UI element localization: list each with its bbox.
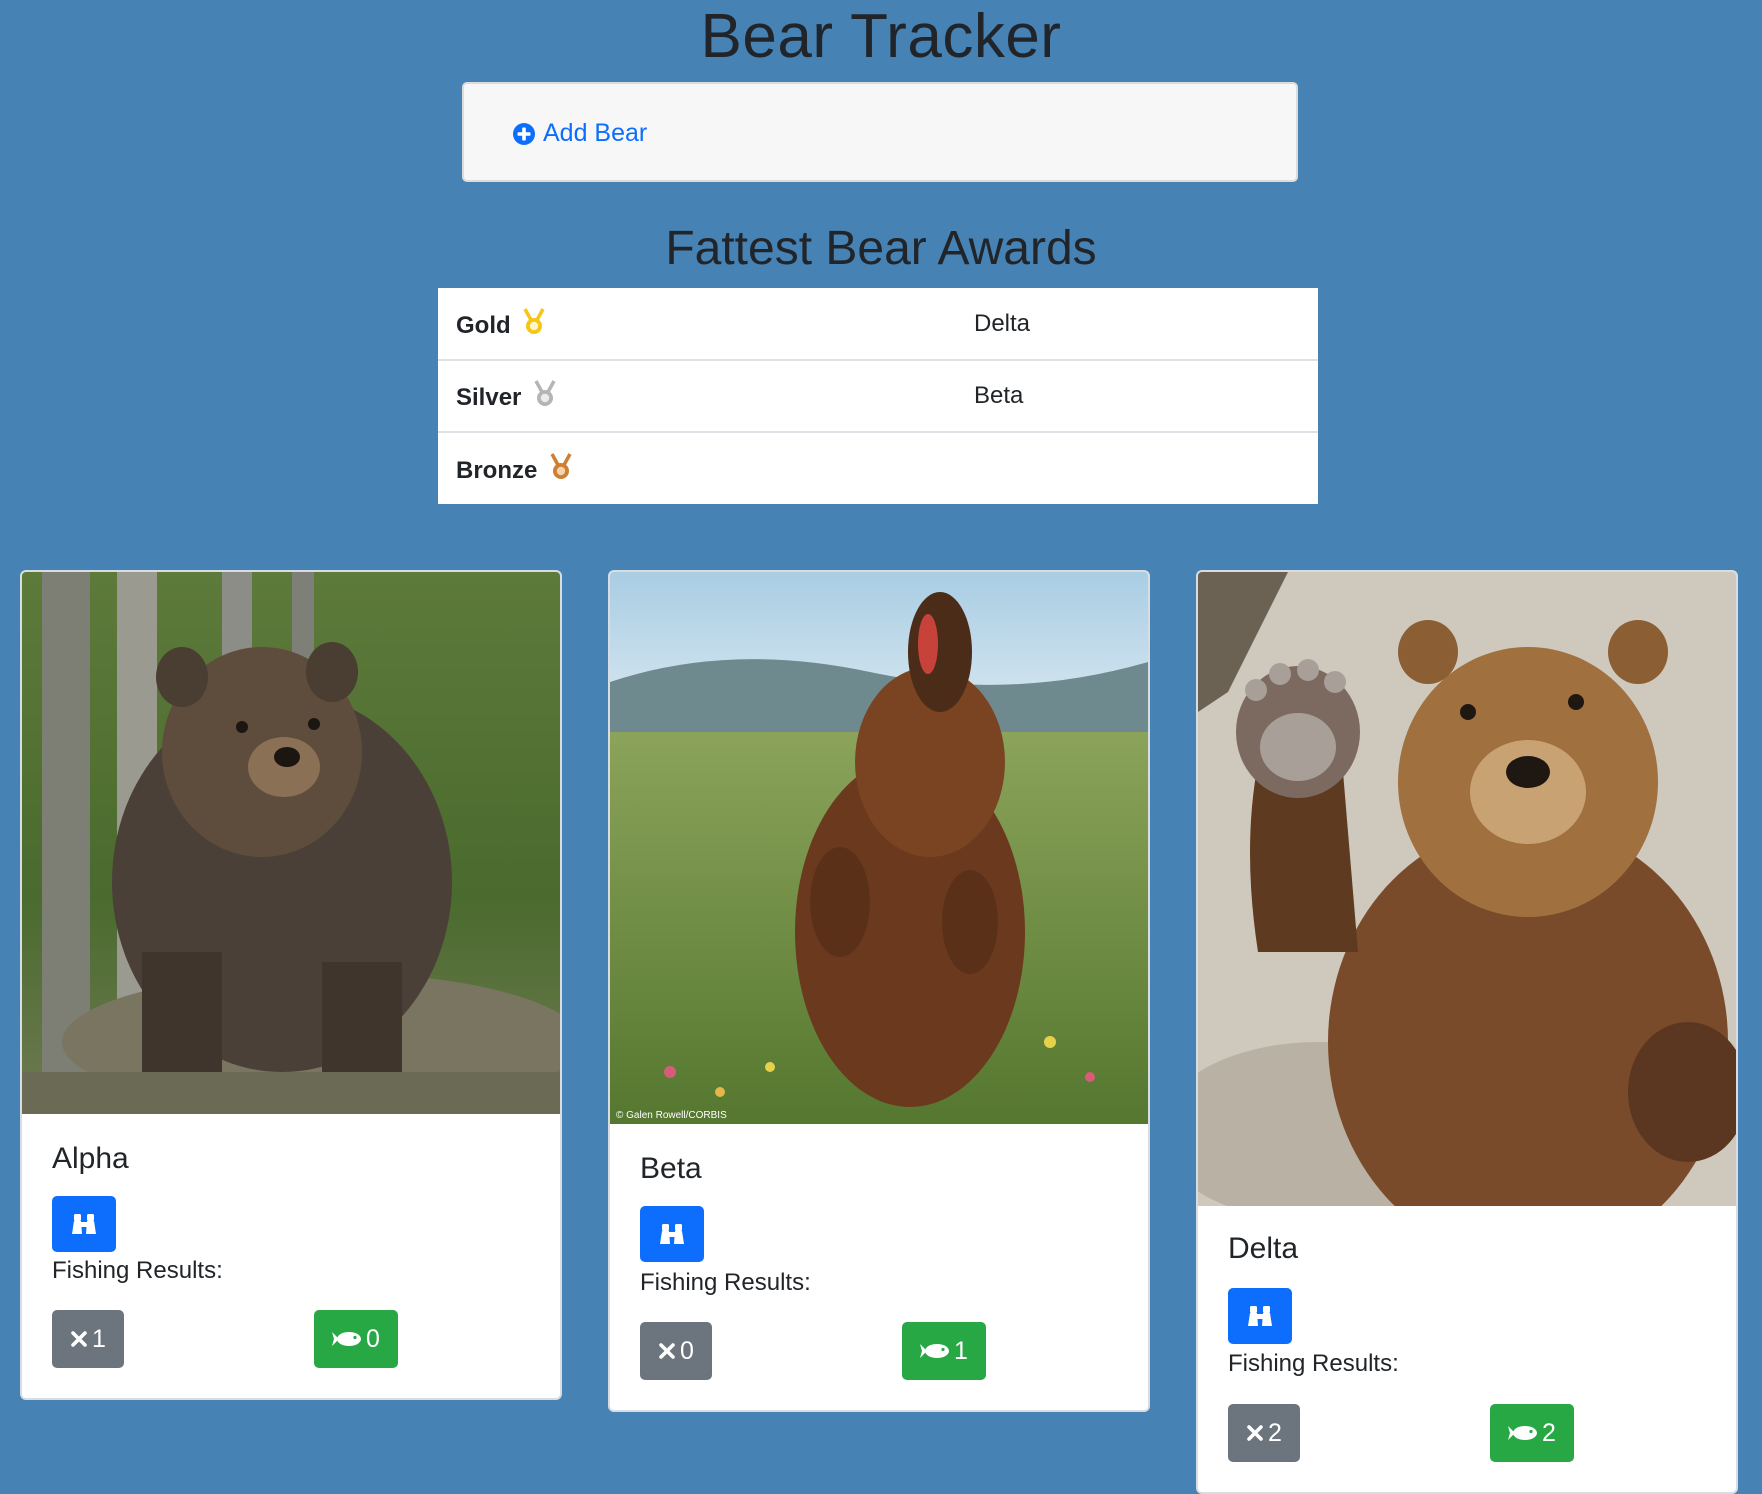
plus-circle-icon [513,122,535,145]
fish-icon [920,1344,949,1358]
catch-button[interactable]: 0 [314,1310,398,1368]
bear-photo [22,572,560,1114]
award-row-bronze: Bronze [438,432,1318,504]
bear-name: Beta [640,1152,702,1185]
bronze-medal-icon [550,452,572,479]
catch-count: 0 [366,1324,380,1353]
fish-icon [1508,1426,1537,1440]
award-winner: Delta [958,288,1318,361]
award-winner [958,432,1318,504]
catch-count: 1 [954,1336,968,1365]
watch-button[interactable] [52,1196,116,1252]
gold-medal-icon [523,307,545,334]
bear-card-alpha: Alpha Fishing Results: 1 0 [20,570,562,1400]
awards-title: Fattest Bear Awards [665,222,1097,275]
x-icon [659,1343,675,1359]
award-winner: Beta [958,360,1318,433]
award-row-silver: Silver Beta [438,360,1318,433]
x-icon [1247,1425,1263,1441]
fish-icon [332,1332,361,1346]
add-bear-panel: Add Bear [462,82,1298,182]
photo-credit: © Galen Rowell/CORBIS [616,1110,727,1121]
miss-count: 1 [92,1324,106,1353]
catch-button[interactable]: 2 [1490,1404,1574,1462]
miss-count: 2 [1268,1418,1282,1447]
bear-card-delta: Delta Fishing Results: 2 2 [1196,570,1738,1494]
add-bear-link[interactable]: Add Bear [512,119,647,148]
binoculars-icon [660,1224,684,1244]
bear-name: Alpha [52,1142,129,1175]
silver-medal-icon [534,380,556,406]
bear-card-beta: © Galen Rowell/CORBIS Beta Fishing Resul… [608,570,1150,1412]
fishing-results-label: Fishing Results: [1228,1350,1399,1377]
award-place: Gold [456,311,511,339]
catch-button[interactable]: 1 [902,1322,986,1380]
award-place: Bronze [456,456,538,484]
miss-button[interactable]: 2 [1228,1404,1300,1462]
bear-photo [1198,572,1736,1206]
fishing-results-label: Fishing Results: [640,1269,811,1296]
watch-button[interactable] [1228,1288,1292,1344]
miss-button[interactable]: 1 [52,1310,124,1368]
catch-count: 2 [1542,1418,1556,1447]
miss-button[interactable]: 0 [640,1322,712,1380]
awards-table: Gold Delta Silver Beta Bronze [438,288,1318,504]
binoculars-icon [1248,1306,1272,1326]
fishing-results-label: Fishing Results: [52,1257,223,1284]
miss-count: 0 [680,1336,694,1365]
bear-photo: © Galen Rowell/CORBIS [610,572,1148,1124]
award-place: Silver [456,384,522,411]
bear-name: Delta [1228,1232,1299,1265]
page-title: Bear Tracker [700,2,1062,71]
award-row-gold: Gold Delta [438,288,1318,361]
watch-button[interactable] [640,1206,704,1262]
add-bear-label: Add Bear [543,119,648,147]
x-icon [71,1331,87,1347]
binoculars-icon [72,1214,96,1234]
